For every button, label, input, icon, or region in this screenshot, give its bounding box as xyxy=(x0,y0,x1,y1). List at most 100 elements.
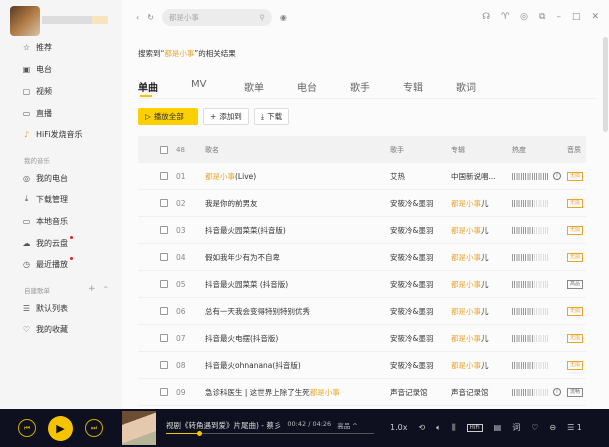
row-checkbox[interactable] xyxy=(160,388,168,396)
song-title[interactable]: 假如我年少有为不自卑 xyxy=(205,252,280,263)
song-album[interactable]: 都是小事儿 xyxy=(451,252,489,263)
header-title[interactable]: 歌名 xyxy=(205,145,219,155)
song-title[interactable]: 总有一天我会变得特别特别优秀 xyxy=(205,306,310,317)
sidebar-item-0[interactable]: ☆ 推荐 xyxy=(22,40,52,54)
previous-button[interactable]: ⏮ xyxy=(18,419,36,437)
song-title[interactable]: 抖音最火ohnanana(抖音版) xyxy=(205,360,301,371)
song-title[interactable]: 抖音最火园菜菜 (抖音版) xyxy=(205,279,288,290)
scrollbar[interactable] xyxy=(603,37,608,132)
settings-icon[interactable]: ◎ xyxy=(520,12,528,22)
progress-bar[interactable] xyxy=(166,431,374,436)
minimize-icon[interactable]: – xyxy=(556,12,561,22)
tab-4[interactable]: 歌手 xyxy=(350,79,403,94)
song-artist[interactable]: 艾热 xyxy=(390,171,405,182)
row-checkbox[interactable] xyxy=(160,334,168,342)
sidebar-item-2[interactable]: ▢ 视频 xyxy=(22,84,52,98)
collapse-playlists-button[interactable]: ^ xyxy=(103,285,108,293)
sidebar-item-my-3[interactable]: ☁ 我的云盘 xyxy=(22,236,73,250)
table-row[interactable]: 07 抖音最火电摆(抖音版) 安筱冷&墨羽 都是小事儿 无损 xyxy=(138,325,586,352)
song-album[interactable]: 都是小事儿 xyxy=(451,198,489,209)
table-row[interactable]: 08 抖音最火ohnanana(抖音版) 安筱冷&墨羽 都是小事儿 无损 xyxy=(138,352,586,379)
more-icon[interactable]: ⊖ xyxy=(549,423,556,432)
song-artist[interactable]: 安筱冷&墨羽 xyxy=(390,279,433,290)
row-checkbox[interactable] xyxy=(160,172,168,180)
table-row[interactable]: 03 抖音最火园菜菜(抖音版) 安筱冷&墨羽 都是小事儿 无损 xyxy=(138,217,586,244)
song-title[interactable]: 我是你的前男友 xyxy=(205,198,258,209)
sidebar-item-pl-1[interactable]: ♡ 我的收藏 xyxy=(22,322,68,336)
song-artist[interactable]: 安筱冷&墨羽 xyxy=(390,360,433,371)
song-title[interactable]: 都是小事(Live) xyxy=(205,171,256,182)
table-row[interactable]: 02 我是你的前男友 安筱冷&墨羽 都是小事儿 无损 xyxy=(138,190,586,217)
row-checkbox[interactable] xyxy=(160,280,168,288)
quality-selector[interactable]: 高品 ^ xyxy=(337,420,358,431)
song-title[interactable]: 抖音最火园菜菜(抖音版) xyxy=(205,225,286,236)
sidebar-item-4[interactable]: ♪ HiFi发烧音乐 xyxy=(22,127,83,141)
add-playlist-button[interactable]: + xyxy=(88,284,96,294)
tab-5[interactable]: 专辑 xyxy=(403,79,456,94)
speed-button[interactable]: 1.0x xyxy=(390,423,407,432)
song-album[interactable]: 都是小事儿 xyxy=(451,360,489,371)
sidebar-item-pl-0[interactable]: ☰ 默认列表 xyxy=(22,301,68,315)
table-row[interactable]: 01 都是小事(Live) 艾热 中国新说唱... i 无损 xyxy=(138,163,586,190)
next-button[interactable]: ⏭ xyxy=(85,419,103,437)
song-artist[interactable]: 安筱冷&墨羽 xyxy=(390,252,433,263)
refresh-icon[interactable]: ↻ xyxy=(147,13,154,22)
song-title[interactable]: 抖音最火电摆(抖音版) xyxy=(205,333,278,344)
lyrics-icon[interactable]: 词 xyxy=(512,422,520,433)
table-row[interactable]: 09 急诊科医生 | 这世界上除了生死都是小事 声音记录馆 声音记录馆 i 流畅 xyxy=(138,379,586,406)
vip-badge[interactable] xyxy=(92,16,108,24)
row-checkbox[interactable] xyxy=(160,226,168,234)
header-artist[interactable]: 歌手 xyxy=(390,145,404,155)
tab-1[interactable]: MV xyxy=(191,79,244,94)
song-artist[interactable]: 安筱冷&墨羽 xyxy=(390,198,433,209)
add-to-button[interactable]: + 添加到 xyxy=(203,108,249,125)
song-artist[interactable]: 安筱冷&墨羽 xyxy=(390,225,433,236)
info-icon[interactable]: i xyxy=(553,388,561,396)
playlist-queue-button[interactable]: ☰ 1 xyxy=(567,423,582,432)
row-checkbox[interactable] xyxy=(160,253,168,261)
info-icon[interactable]: i xyxy=(553,172,561,180)
header-heat[interactable]: 热度 xyxy=(512,145,526,155)
album-cover[interactable] xyxy=(122,411,156,445)
song-album[interactable]: 都是小事儿 xyxy=(451,225,489,236)
sidebar-item-3[interactable]: ▭ 直播 xyxy=(22,106,52,120)
play-all-button[interactable]: ▷ 播放全部 xyxy=(138,108,198,125)
now-playing-title[interactable]: 视剧《转角遇到爱》片尾曲) - 蔡彡 xyxy=(166,420,281,431)
song-album[interactable]: 都是小事儿 xyxy=(451,333,489,344)
song-album[interactable]: 都是小事儿 xyxy=(451,306,489,317)
tab-0[interactable]: 单曲 xyxy=(138,79,191,97)
sidebar-item-my-0[interactable]: ◎ 我的电台 xyxy=(22,171,68,185)
mini-mode-icon[interactable]: ⧉ xyxy=(539,12,545,22)
tab-3[interactable]: 电台 xyxy=(297,79,350,94)
song-album[interactable]: 声音记录馆 xyxy=(451,387,489,398)
headphone-icon[interactable]: ☊ xyxy=(482,12,490,22)
search-input[interactable]: 都是小事 ⚲ xyxy=(161,9,272,26)
equalizer-icon[interactable]: ⫼ xyxy=(452,423,456,433)
sidebar-item-my-2[interactable]: ▭ 本地音乐 xyxy=(22,214,68,228)
select-all-checkbox[interactable] xyxy=(160,145,168,154)
close-icon[interactable]: ✕ xyxy=(591,12,599,22)
song-album[interactable]: 中国新说唱... xyxy=(451,171,496,182)
tab-6[interactable]: 歌词 xyxy=(456,79,509,94)
row-checkbox[interactable] xyxy=(160,307,168,315)
loop-icon[interactable]: ⟲ xyxy=(418,423,425,432)
table-row[interactable]: 05 抖音最火园菜菜 (抖音版) 安筱冷&墨羽 都是小事儿 高品 xyxy=(138,271,586,298)
skin-icon[interactable]: ♈ xyxy=(501,12,509,22)
download-button[interactable]: ⤓ 下载 xyxy=(253,108,290,125)
like-icon[interactable]: ♡ xyxy=(531,423,538,432)
table-row[interactable]: 04 假如我年少有为不自卑 安筱冷&墨羽 都是小事儿 无损 xyxy=(138,244,586,271)
back-icon[interactable]: ‹ xyxy=(136,13,139,22)
hifi-button[interactable]: HiFi xyxy=(466,423,483,432)
username[interactable] xyxy=(42,16,92,24)
volume-icon[interactable]: 🔈︎ xyxy=(436,423,441,433)
search-icon[interactable]: ⚲ xyxy=(259,13,265,22)
comment-icon[interactable]: ▤ xyxy=(494,423,502,432)
song-artist[interactable]: 安筱冷&墨羽 xyxy=(390,333,433,344)
sidebar-item-1[interactable]: ▣ 电台 xyxy=(22,62,52,76)
maximize-icon[interactable]: □ xyxy=(572,12,581,22)
table-row[interactable]: 06 总有一天我会变得特别特别优秀 安筱冷&墨羽 都是小事儿 无损 xyxy=(138,298,586,325)
song-artist[interactable]: 安筱冷&墨羽 xyxy=(390,306,433,317)
voice-search-icon[interactable]: ◉ xyxy=(280,13,287,22)
tab-2[interactable]: 歌单 xyxy=(244,79,297,94)
row-checkbox[interactable] xyxy=(160,199,168,207)
